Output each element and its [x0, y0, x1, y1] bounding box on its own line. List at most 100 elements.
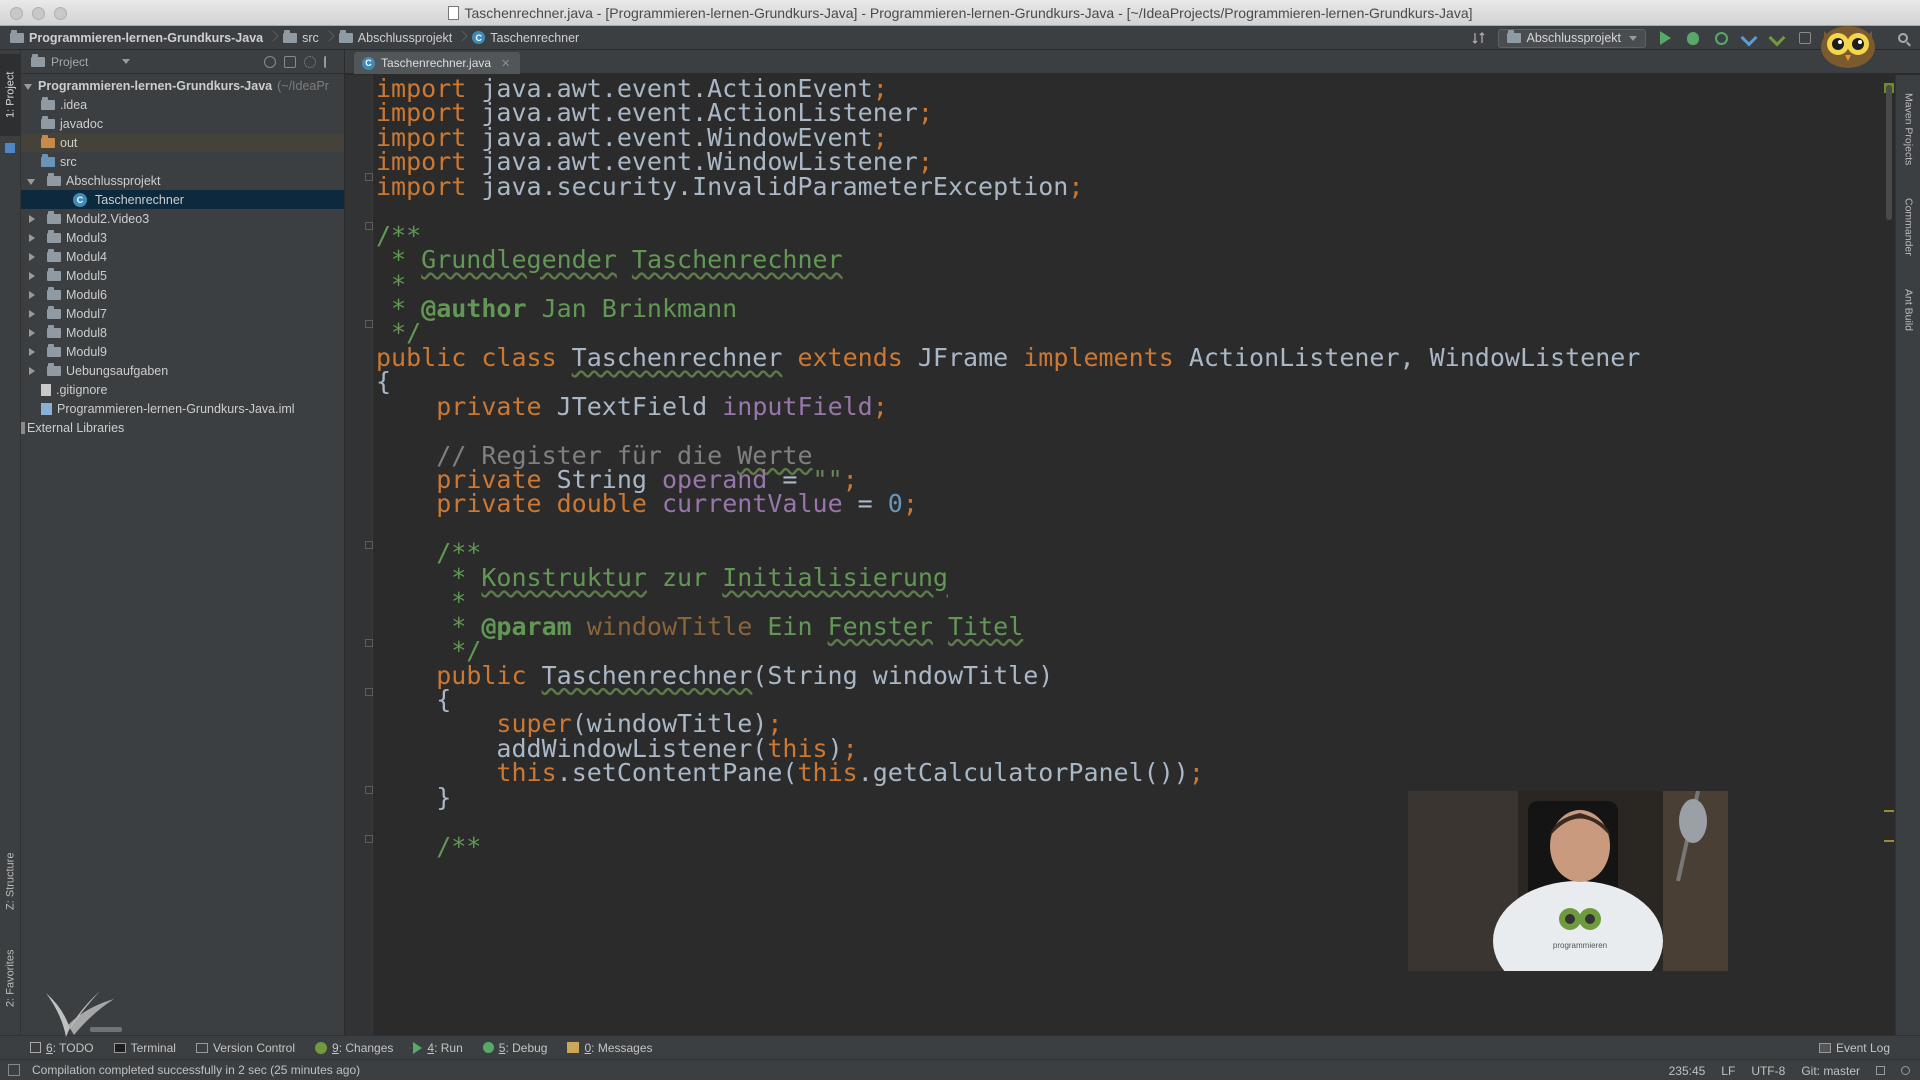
fold-marker-icon[interactable] [365, 786, 373, 794]
gear-icon[interactable] [304, 56, 316, 68]
vcs-commit-button[interactable] [1768, 29, 1786, 47]
coverage-button[interactable] [1712, 29, 1730, 47]
breadcrumb-src[interactable]: src [283, 26, 319, 50]
run-button[interactable] [1656, 29, 1674, 47]
fold-marker-icon[interactable] [365, 173, 373, 181]
debug-tool-button[interactable]: 5: Debug [482, 1041, 547, 1055]
version-control-tool-button[interactable]: Version Control [195, 1041, 295, 1055]
breadcrumb-project[interactable]: Programmieren-lernen-Grundkurs-Java [10, 26, 263, 50]
sort-icon[interactable] [1470, 29, 1488, 47]
close-window-button[interactable] [10, 7, 23, 20]
code-line[interactable]: * Konstruktur zur Initialisierung [376, 565, 1640, 590]
read-only-lock-icon[interactable] [1876, 1066, 1885, 1075]
hector-icon[interactable] [1901, 1066, 1910, 1075]
code-line[interactable]: private double currentValue = 0; [376, 491, 1640, 516]
fold-marker-icon[interactable] [365, 541, 373, 549]
tree-item-javadoc[interactable]: javadoc [21, 114, 344, 133]
breadcrumb-package[interactable]: Abschlussprojekt [338, 26, 452, 50]
tree-item-uebungsaufgaben[interactable]: Uebungsaufgaben [21, 361, 344, 380]
sdk-button[interactable] [1796, 29, 1814, 47]
minimize-window-button[interactable] [32, 7, 45, 20]
toggle-tool-windows-icon[interactable] [8, 1064, 20, 1076]
jrebel-tool-tab[interactable] [0, 138, 21, 158]
tree-item-modul7[interactable]: Modul7 [21, 304, 344, 323]
maven-projects-tool-tab[interactable]: Maven Projects [1896, 79, 1920, 179]
code-line[interactable]: import java.security.InvalidParameterExc… [376, 174, 1640, 199]
code-line[interactable]: public Taschenrechner(String windowTitle… [376, 663, 1640, 688]
commander-tool-tab[interactable]: Commander [1896, 187, 1920, 267]
collapse-arrow-icon[interactable] [26, 270, 38, 282]
tree-item-project-root[interactable]: Programmieren-lernen-Grundkurs-Java (~/I… [21, 76, 344, 95]
tree-item-modul4[interactable]: Modul4 [21, 247, 344, 266]
tree-item-out[interactable]: out [21, 133, 344, 152]
tree-item-modul6[interactable]: Modul6 [21, 285, 344, 304]
collapse-all-icon[interactable] [284, 56, 296, 68]
close-tab-icon[interactable]: ✕ [501, 57, 510, 70]
code-line[interactable]: * @param windowTitle Ein Fenster Titel [376, 614, 1640, 639]
code-text[interactable]: import java.awt.event.ActionEvent; import… [376, 76, 1640, 859]
code-line[interactable]: public class Taschenrechner extends JFra… [376, 345, 1640, 370]
changes-tool-button[interactable]: 9: Changes [315, 1041, 393, 1055]
tree-item-abschlussprojekt[interactable]: Abschlussprojekt [21, 171, 344, 190]
expand-arrow-icon[interactable] [26, 175, 38, 187]
editor-tab-taschenrechner[interactable]: C Taschenrechner.java ✕ [354, 52, 521, 74]
tree-item-external-libraries[interactable]: External Libraries [21, 418, 344, 437]
run-configuration-dropdown[interactable]: Abschlussprojekt [1497, 28, 1646, 48]
code-line[interactable] [376, 199, 1640, 223]
tree-item-modul3[interactable]: Modul3 [21, 228, 344, 247]
expand-arrow-icon[interactable] [23, 80, 35, 92]
structure-tool-tab[interactable]: Z: Structure [0, 836, 21, 926]
tree-item-gitignore[interactable]: .gitignore [21, 380, 344, 399]
tree-item-taschenrechner[interactable]: C Taschenrechner [21, 190, 344, 209]
editor-scrollbar[interactable] [1883, 75, 1895, 1035]
tree-item-idea[interactable]: .idea [21, 95, 344, 114]
search-everywhere-button[interactable] [1894, 29, 1912, 47]
code-line[interactable]: private JTextField inputField; [376, 394, 1640, 419]
messages-tool-button[interactable]: 0: Messages [567, 1041, 653, 1055]
run-tool-button[interactable]: 4: Run [413, 1041, 463, 1055]
git-branch[interactable]: Git: master [1801, 1064, 1860, 1078]
collapse-arrow-icon[interactable] [26, 365, 38, 377]
warning-marker[interactable] [1884, 840, 1894, 842]
debug-button[interactable] [1684, 29, 1702, 47]
line-separator[interactable]: LF [1721, 1064, 1735, 1078]
tree-item-iml[interactable]: Programmieren-lernen-Grundkurs-Java.iml [21, 399, 344, 418]
collapse-arrow-icon[interactable] [26, 289, 38, 301]
code-line[interactable] [376, 517, 1640, 541]
fold-marker-icon[interactable] [365, 320, 373, 328]
scroll-from-source-icon[interactable] [264, 56, 276, 68]
collapse-arrow-icon[interactable] [26, 327, 38, 339]
editor-gutter[interactable] [345, 75, 373, 1035]
tree-item-modul9[interactable]: Modul9 [21, 342, 344, 361]
code-line[interactable]: * @author Jan Brinkmann [376, 296, 1640, 321]
fold-marker-icon[interactable] [365, 639, 373, 647]
tree-item-modul5[interactable]: Modul5 [21, 266, 344, 285]
project-tool-tab[interactable]: 1: Project [0, 54, 21, 136]
zoom-window-button[interactable] [54, 7, 67, 20]
fold-marker-icon[interactable] [365, 222, 373, 230]
status-message[interactable]: Compilation completed successfully in 2 … [32, 1063, 360, 1077]
caret-position[interactable]: 235:45 [1669, 1064, 1706, 1078]
collapse-arrow-icon[interactable] [26, 251, 38, 263]
event-log-tool-button[interactable]: Event Log [1818, 1041, 1890, 1055]
collapse-arrow-icon[interactable] [26, 346, 38, 358]
vcs-update-button[interactable] [1740, 29, 1758, 47]
collapse-arrow-icon[interactable] [26, 308, 38, 320]
chevron-down-icon[interactable] [122, 59, 131, 64]
fold-marker-icon[interactable] [365, 835, 373, 843]
tree-item-src[interactable]: src [21, 152, 344, 171]
fold-marker-icon[interactable] [365, 688, 373, 696]
ant-build-tool-tab[interactable]: Ant Build [1896, 275, 1920, 345]
hide-panel-icon[interactable] [324, 56, 336, 68]
code-line[interactable]: * Grundlegender Taschenrechner [376, 247, 1640, 272]
file-encoding[interactable]: UTF-8 [1751, 1064, 1785, 1078]
collapse-arrow-icon[interactable] [26, 232, 38, 244]
breadcrumb-class[interactable]: C Taschenrechner [472, 26, 579, 50]
tree-item-modul2-video3[interactable]: Modul2.Video3 [21, 209, 344, 228]
project-view-selector[interactable]: Project [51, 55, 88, 69]
scrollbar-thumb[interactable] [1886, 85, 1892, 220]
favorites-tool-tab[interactable]: 2: Favorites [0, 938, 21, 1018]
tree-item-modul8[interactable]: Modul8 [21, 323, 344, 342]
code-line[interactable]: this.setContentPane(this.getCalculatorPa… [376, 760, 1640, 785]
collapse-arrow-icon[interactable] [26, 213, 38, 225]
